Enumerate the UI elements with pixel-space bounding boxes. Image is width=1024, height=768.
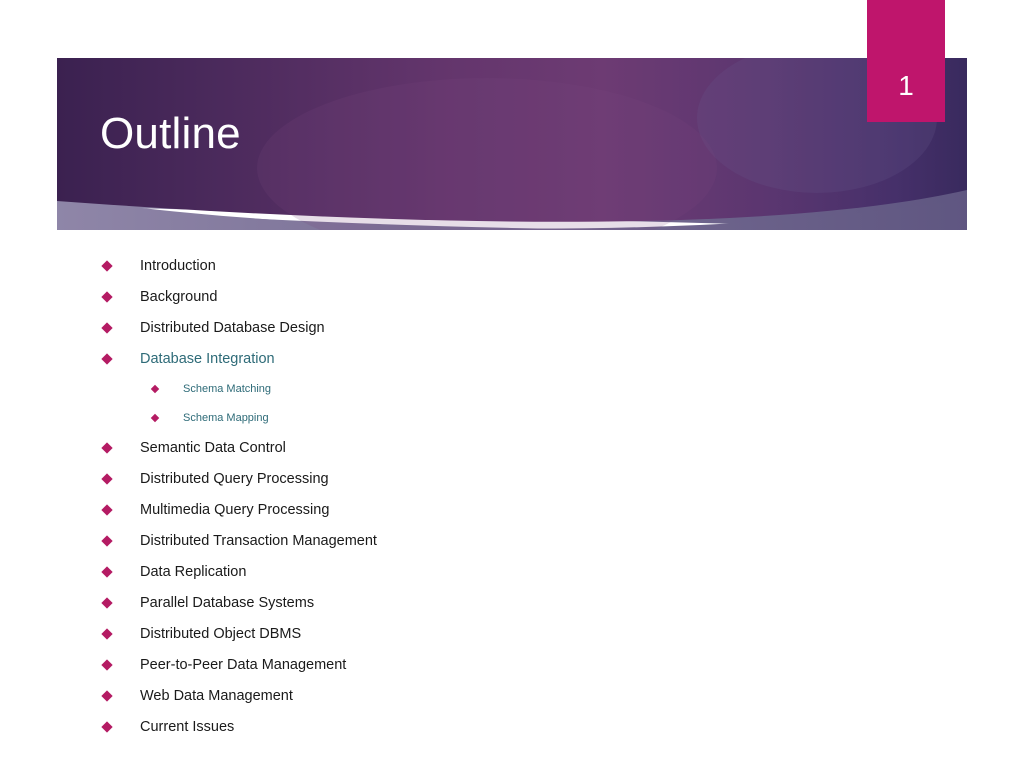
diamond-bullet-icon (101, 290, 113, 303)
outline-item-label: Parallel Database Systems (140, 594, 315, 611)
diamond-bullet-icon (150, 384, 160, 393)
diamond-bullet-icon (101, 441, 113, 454)
outline-item-label: Introduction (140, 257, 216, 274)
diamond-bullet-icon (101, 352, 113, 365)
outline-item-label: Distributed Transaction Management (140, 532, 377, 549)
presentation-slide: Outline 1 Introduction Background Distribu… (0, 0, 1024, 768)
outline-item-label: Current Issues (140, 718, 235, 735)
slide-number-text: 1 (898, 70, 914, 101)
slide-number-badge: 1 (867, 0, 945, 122)
diamond-bullet-icon (101, 534, 113, 547)
outline-item-label: Distributed Query Processing (140, 470, 329, 487)
diamond-bullet-icon (101, 565, 113, 578)
outline-item[interactable]: Background (0, 281, 1024, 312)
diamond-bullet-icon (101, 596, 113, 609)
outline-subitem[interactable]: Schema Mapping (0, 403, 1024, 432)
outline-item[interactable]: Distributed Query Processing (0, 463, 1024, 494)
outline-item-label: Data Replication (140, 563, 247, 580)
diamond-bullet-icon (101, 658, 113, 671)
outline-item[interactable]: Semantic Data Control (0, 432, 1024, 463)
diamond-bullet-icon (101, 503, 113, 516)
outline-item[interactable]: Distributed Transaction Management (0, 525, 1024, 556)
outline-item-label: Schema Matching (183, 382, 272, 395)
outline-item[interactable]: Web Data Management (0, 680, 1024, 711)
outline-list: Introduction Background Distributed Databa… (0, 250, 1024, 742)
outline-item-label: Multimedia Query Processing (140, 501, 330, 518)
outline-item[interactable]: Peer-to-Peer Data Management (0, 649, 1024, 680)
outline-item[interactable]: Distributed Object DBMS (0, 618, 1024, 649)
outline-item-label: Peer-to-Peer Data Management (140, 656, 347, 673)
outline-item-label: Background (140, 288, 218, 305)
outline-item-label: Distributed Object DBMS (140, 625, 302, 642)
outline-item[interactable]: Database Integration (0, 343, 1024, 374)
diamond-bullet-icon (101, 627, 113, 640)
outline-subitem[interactable]: Schema Matching (0, 374, 1024, 403)
page-title: Outline (100, 109, 241, 158)
outline-item[interactable]: Parallel Database Systems (0, 587, 1024, 618)
outline-item[interactable]: Current Issues (0, 711, 1024, 742)
diamond-bullet-icon (101, 321, 113, 334)
outline-item[interactable]: Distributed Database Design (0, 312, 1024, 343)
outline-item-label: Distributed Database Design (140, 319, 325, 336)
diamond-bullet-icon (150, 413, 160, 422)
diamond-bullet-icon (101, 259, 113, 272)
diamond-bullet-icon (101, 472, 113, 485)
outline-item[interactable]: Introduction (0, 250, 1024, 281)
outline-item-label: Schema Mapping (183, 411, 269, 424)
diamond-bullet-icon (101, 689, 113, 702)
outline-item[interactable]: Multimedia Query Processing (0, 494, 1024, 525)
outline-item-label: Database Integration (140, 350, 275, 367)
outline-item-label: Web Data Management (140, 687, 293, 704)
outline-item-label: Semantic Data Control (140, 439, 286, 456)
diamond-bullet-icon (101, 720, 113, 733)
outline-item[interactable]: Data Replication (0, 556, 1024, 587)
